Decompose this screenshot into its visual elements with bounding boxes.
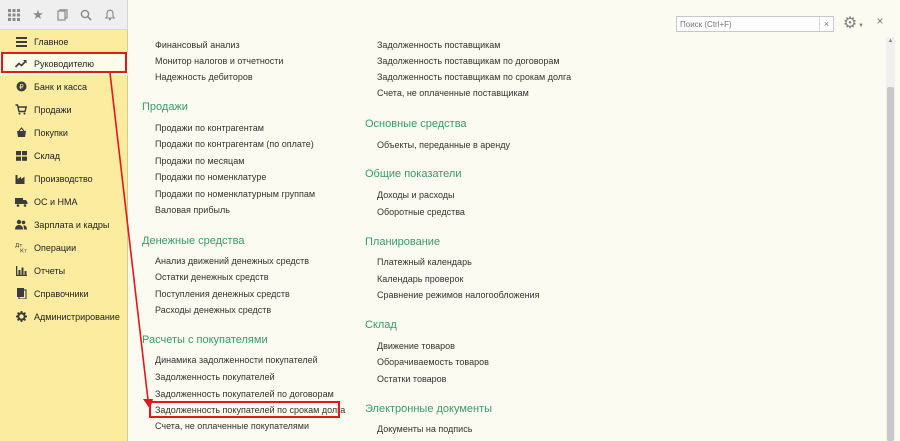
report-link[interactable]: Календарь проверок: [377, 274, 463, 284]
report-link[interactable]: Счета, не оплаченные покупателями: [155, 421, 309, 431]
section-title-sales: Продажи: [142, 101, 188, 113]
section-title-planning: Планирование: [365, 236, 441, 248]
book-icon: [14, 287, 28, 301]
sidebar-item-references[interactable]: Справочники: [0, 282, 128, 305]
chevron-down-icon[interactable]: ▼: [858, 23, 864, 29]
sidebar-item-label: ОС и НМА: [34, 196, 78, 207]
gear-icon: [14, 310, 28, 324]
sidebar-item-label: Покупки: [34, 127, 68, 138]
sidebar-item-purchases[interactable]: Покупки: [0, 121, 128, 144]
report-link[interactable]: Задолженность поставщикам по срокам долг…: [377, 72, 571, 82]
sidebar-item-label: Продажи: [34, 104, 72, 115]
report-link[interactable]: Доходы и расходы: [377, 190, 455, 200]
search-input[interactable]: [677, 17, 819, 31]
sidebar-item-label: Руководителю: [34, 58, 95, 69]
report-link[interactable]: Продажи по контрагентам (по оплате): [155, 139, 314, 149]
sidebar: Главное Руководителю ₽ Банк и касса Прод…: [0, 30, 128, 441]
main-panel: × ⚙ ▼ × ▲ Финансовый анализ Монитор нало…: [129, 0, 900, 441]
cart-icon: [14, 103, 28, 117]
report-link[interactable]: Платежный календарь: [377, 257, 472, 267]
report-link[interactable]: Документы на подпись: [377, 424, 472, 434]
report-link[interactable]: Динамика задолженности покупателей: [155, 355, 318, 365]
dt-kt-icon: Дт Кт: [14, 241, 28, 255]
grid-icon: [14, 149, 28, 163]
vertical-scrollbar[interactable]: ▲: [886, 37, 895, 441]
sidebar-item-label: Справочники: [34, 288, 89, 299]
section-title-cash: Денежные средства: [142, 235, 245, 247]
report-link[interactable]: Задолженность поставщикам: [377, 40, 500, 50]
report-link[interactable]: Остатки товаров: [377, 374, 446, 384]
top-toolbar: ★: [0, 0, 128, 30]
report-link[interactable]: Продажи по номенклатурным группам: [155, 189, 315, 199]
section-title-fixed-assets: Основные средства: [365, 118, 467, 130]
sidebar-item-production[interactable]: Производство: [0, 167, 128, 190]
sidebar-item-label: Главное: [34, 36, 69, 47]
search-clear-button[interactable]: ×: [819, 17, 833, 31]
sidebar-item-main[interactable]: Главное: [0, 30, 128, 53]
sidebar-item-bank[interactable]: ₽ Банк и касса: [0, 75, 128, 98]
bell-icon[interactable]: [102, 7, 118, 23]
sidebar-item-reports[interactable]: Отчеты: [0, 259, 128, 282]
close-icon[interactable]: ×: [873, 14, 887, 28]
coin-icon: ₽: [14, 80, 28, 94]
people-icon: [14, 218, 28, 232]
report-link[interactable]: Анализ движений денежных средств: [155, 256, 309, 266]
report-link[interactable]: Движение товаров: [377, 341, 455, 351]
report-link[interactable]: Сравнение режимов налогообложения: [377, 290, 540, 300]
svg-text:₽: ₽: [19, 83, 24, 91]
report-link[interactable]: Валовая прибыль: [155, 205, 230, 215]
sidebar-item-warehouse[interactable]: Склад: [0, 144, 128, 167]
report-link[interactable]: Объекты, переданные в аренду: [377, 140, 510, 150]
basket-icon: [14, 126, 28, 140]
star-icon[interactable]: ★: [30, 7, 46, 23]
sidebar-item-administration[interactable]: Администрирование: [0, 305, 128, 328]
report-link-debt-by-term[interactable]: Задолженность покупателей по срокам долг…: [155, 405, 345, 415]
report-link[interactable]: Финансовый анализ: [155, 40, 240, 50]
sidebar-item-operations[interactable]: Дт Кт Операции: [0, 236, 128, 259]
sidebar-item-label: Администрирование: [34, 311, 120, 322]
settings-gear-icon[interactable]: ⚙: [841, 15, 859, 33]
report-link[interactable]: Расходы денежных средств: [155, 305, 271, 315]
factory-icon: [14, 172, 28, 186]
report-link[interactable]: Надежность дебиторов: [155, 72, 253, 82]
svg-text:Кт: Кт: [20, 249, 27, 254]
search-icon[interactable]: [78, 7, 94, 23]
report-link[interactable]: Счета, не оплаченные поставщикам: [377, 88, 529, 98]
sidebar-item-label: Отчеты: [34, 265, 66, 276]
sidebar-item-salary[interactable]: Зарплата и кадры: [0, 213, 128, 236]
sidebar-item-fixed-assets[interactable]: ОС и НМА: [0, 190, 128, 213]
section-title-warehouse: Склад: [365, 319, 397, 331]
section-title-customers: Расчеты с покупателями: [142, 334, 268, 346]
report-link[interactable]: Оборотные средства: [377, 207, 465, 217]
history-icon[interactable]: [54, 7, 70, 23]
report-link[interactable]: Оборачиваемость товаров: [377, 357, 489, 367]
section-title-general: Общие показатели: [365, 168, 462, 180]
report-link[interactable]: Задолженность поставщикам по договорам: [377, 56, 560, 66]
menu-lines-icon: [14, 35, 28, 49]
section-title-edocs: Электронные документы: [365, 403, 493, 415]
scroll-up-icon[interactable]: ▲: [886, 37, 895, 46]
report-link[interactable]: Задолженность покупателей по договорам: [155, 389, 334, 399]
report-link[interactable]: Продажи по месяцам: [155, 156, 244, 166]
report-link[interactable]: Остатки денежных средств: [155, 272, 268, 282]
report-link[interactable]: Монитор налогов и отчетности: [155, 56, 283, 66]
report-link[interactable]: Продажи по номенклатуре: [155, 172, 266, 182]
report-link[interactable]: Поступления денежных средств: [155, 289, 290, 299]
sidebar-item-sales[interactable]: Продажи: [0, 98, 128, 121]
search-box: ×: [676, 16, 834, 32]
trend-up-icon: [14, 57, 28, 71]
sidebar-item-manager[interactable]: Руководителю: [0, 52, 128, 75]
sidebar-item-label: Операции: [34, 242, 77, 253]
report-link[interactable]: Задолженность покупателей: [155, 372, 275, 382]
sidebar-item-label: Производство: [34, 173, 93, 184]
apps-grid-icon[interactable]: [6, 7, 22, 23]
sidebar-item-label: Склад: [34, 150, 61, 161]
scroll-thumb[interactable]: [887, 87, 894, 441]
bar-chart-icon: [14, 264, 28, 278]
sidebar-item-label: Зарплата и кадры: [34, 219, 110, 230]
report-link[interactable]: Продажи по контрагентам: [155, 123, 264, 133]
sidebar-item-label: Банк и касса: [34, 81, 87, 92]
truck-icon: [14, 195, 28, 209]
